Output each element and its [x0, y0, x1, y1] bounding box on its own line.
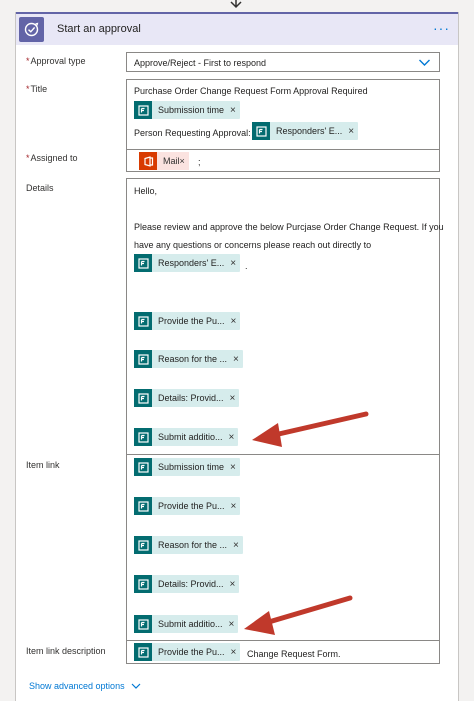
- annotation-arrow-icon: [252, 411, 369, 447]
- annotation-arrows: [244, 411, 369, 635]
- annotation-arrow-icon: [244, 595, 353, 635]
